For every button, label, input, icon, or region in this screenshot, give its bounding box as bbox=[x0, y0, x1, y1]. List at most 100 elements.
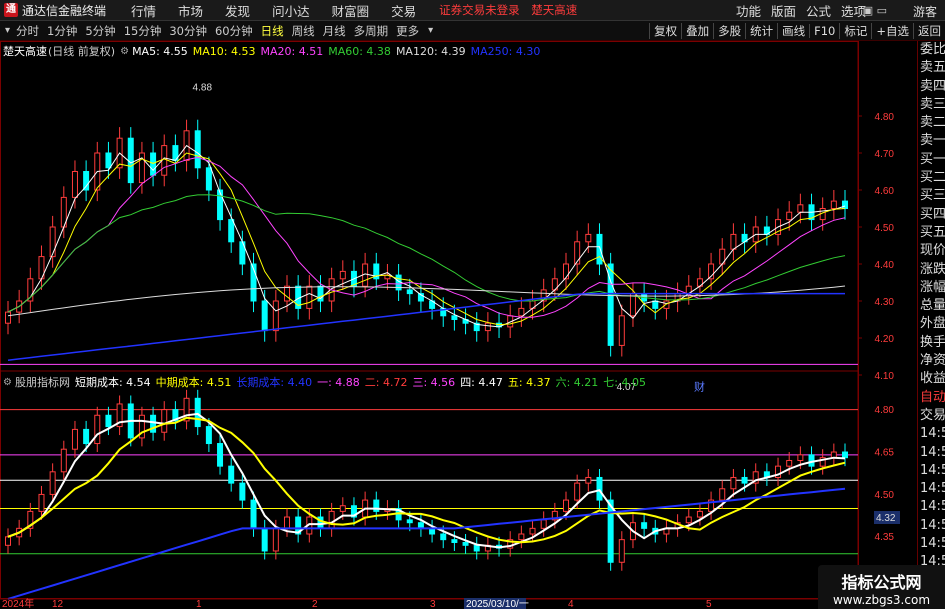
quote-panel-item[interactable]: 14:56 bbox=[918, 462, 945, 480]
price-axis-label: 4.50 bbox=[875, 223, 895, 234]
sub-candle-body bbox=[797, 454, 804, 462]
period-5min[interactable]: 5分钟 bbox=[81, 23, 119, 39]
quote-panel-item[interactable]: 卖一 bbox=[918, 132, 945, 150]
candle-body bbox=[652, 300, 659, 309]
sub-candle-body bbox=[730, 476, 737, 490]
date-label: 5 bbox=[706, 599, 712, 609]
sub-candle-body bbox=[228, 465, 235, 484]
cost-long: 长期成本: 4.40 bbox=[236, 376, 313, 389]
quote-panel-item[interactable]: 卖五 bbox=[918, 59, 945, 77]
tool-huaxian[interactable]: 画线 bbox=[777, 23, 809, 39]
sub-candle-body bbox=[585, 476, 592, 484]
period-1min[interactable]: 1分钟 bbox=[43, 23, 81, 39]
menu-caifuquan[interactable]: 财富圈 bbox=[332, 1, 370, 20]
menu-shichang[interactable]: 市场 bbox=[178, 1, 203, 20]
quote-panel-item[interactable]: 净资 bbox=[918, 352, 945, 370]
level-5: 五: 4.37 bbox=[507, 376, 551, 389]
ma120-label: MA120: 4.39 bbox=[395, 44, 466, 58]
more-chevron-icon[interactable]: ▾ bbox=[428, 25, 433, 36]
quote-panel-item[interactable]: 卖三 bbox=[918, 96, 945, 114]
quote-panel-item[interactable]: 买四 bbox=[918, 206, 945, 224]
guest-label[interactable]: 游客 bbox=[913, 3, 937, 20]
menu-gongshi[interactable]: 公式 bbox=[806, 1, 831, 20]
level-3: 三: 4.56 bbox=[412, 376, 456, 389]
sub-candle-body bbox=[540, 519, 547, 529]
quote-panel-item[interactable]: 涨幅 bbox=[918, 279, 945, 297]
tool-tongji[interactable]: 统计 bbox=[745, 23, 777, 39]
period-60min[interactable]: 60分钟 bbox=[211, 23, 257, 39]
quote-panel-item[interactable]: 14:56 bbox=[918, 517, 945, 535]
title-bar: 通 通达信金融终端 行情 市场 发现 问小达 财富圈 交易 证券交易未登录 楚天… bbox=[0, 0, 945, 21]
candle-body bbox=[49, 226, 56, 258]
period-monthly[interactable]: 月线 bbox=[319, 23, 350, 39]
candle-body bbox=[786, 211, 793, 221]
quote-panel-item[interactable]: 交易 bbox=[918, 407, 945, 425]
quote-panel-item[interactable]: 买五 bbox=[918, 224, 945, 242]
period-more[interactable]: 更多 bbox=[392, 23, 423, 39]
quote-panel-item[interactable]: 买二 bbox=[918, 169, 945, 187]
menu-faxian[interactable]: 发现 bbox=[225, 1, 250, 20]
quote-panel-item[interactable]: 换手 bbox=[918, 334, 945, 352]
tool-fuquan[interactable]: 复权 bbox=[649, 23, 681, 39]
gear-icon[interactable]: ⚙ bbox=[120, 46, 129, 57]
quote-panel-item[interactable]: 总量 bbox=[918, 297, 945, 315]
sub-candle-body bbox=[60, 448, 67, 473]
app-title: 通达信金融终端 bbox=[22, 3, 107, 18]
sub-candle-body bbox=[94, 414, 101, 445]
period-weekly[interactable]: 周线 bbox=[288, 23, 319, 39]
quote-panel-item[interactable]: 14:56 bbox=[918, 444, 945, 462]
period-fenshi[interactable]: 分时 bbox=[12, 23, 43, 39]
quote-panel-item[interactable]: 14:56 bbox=[918, 498, 945, 516]
candle-body bbox=[71, 171, 78, 198]
menu-gongneng[interactable]: 功能 bbox=[736, 1, 761, 20]
tool-biaoji[interactable]: 标记 bbox=[839, 23, 871, 39]
tool-diejia[interactable]: 叠加 bbox=[681, 23, 713, 39]
sub-candle-body bbox=[473, 544, 480, 552]
period-15min[interactable]: 15分钟 bbox=[120, 23, 166, 39]
sub-candle-body bbox=[618, 539, 625, 563]
sub-candle-body bbox=[786, 460, 793, 467]
menu-banmian[interactable]: 版面 bbox=[771, 1, 796, 20]
menu-jiaoyi[interactable]: 交易 bbox=[391, 1, 416, 20]
sub-candle-body bbox=[529, 527, 536, 535]
quote-panel-item[interactable]: 收益 bbox=[918, 370, 945, 388]
menu-hangqing[interactable]: 行情 bbox=[131, 1, 156, 20]
tool-add-watchlist[interactable]: +自选 bbox=[871, 23, 913, 39]
candle-body bbox=[484, 322, 491, 332]
level-7: 七: 4.05 bbox=[603, 376, 646, 389]
quote-panel-item[interactable]: 买一 bbox=[918, 151, 945, 169]
window-controls[interactable]: ▣ ▭ bbox=[863, 4, 887, 17]
quote-panel-item[interactable]: 买三 bbox=[918, 187, 945, 205]
quote-panel-item[interactable]: 涨跌 bbox=[918, 261, 945, 279]
quote-panel-item[interactable]: 自动 bbox=[918, 389, 945, 407]
tool-duogu[interactable]: 多股 bbox=[713, 23, 745, 39]
date-label: 2024年 bbox=[2, 597, 34, 609]
period-30min[interactable]: 30分钟 bbox=[165, 23, 211, 39]
quote-panel-item[interactable]: 14:56 bbox=[918, 480, 945, 498]
quote-panel-item[interactable]: 外盘 bbox=[918, 315, 945, 333]
period-multi[interactable]: 多周期 bbox=[350, 23, 393, 39]
quote-panel-item[interactable]: 14:56 bbox=[918, 535, 945, 553]
finance-marker: 财 bbox=[694, 379, 705, 393]
quote-panel-item[interactable]: 委比 bbox=[918, 41, 945, 59]
kline-chart[interactable]: 4.80 4.70 4.60 4.50 4.40 4.30 4.20 4.10 4.80 4.65… bbox=[0, 41, 917, 609]
period-daily[interactable]: 日线 bbox=[257, 23, 288, 39]
tool-back[interactable]: 返回 bbox=[913, 23, 945, 39]
login-notice[interactable]: 证券交易未登录 bbox=[439, 3, 520, 17]
chevron-down-icon[interactable]: ▾ bbox=[5, 25, 10, 36]
menu-wenxiaoda[interactable]: 问小达 bbox=[272, 1, 310, 20]
sub-candle-body bbox=[596, 476, 603, 501]
chart-mode: (日线 前复权) bbox=[48, 45, 116, 58]
main-legend: 楚天高速 (日线 前复权) ⚙ MA5: 4.55 MA10: 4.53 MA2… bbox=[3, 43, 545, 59]
tool-f10[interactable]: F10 bbox=[809, 24, 839, 38]
quote-panel-item[interactable]: 现价 bbox=[918, 242, 945, 260]
quote-panel-item[interactable]: 卖四 bbox=[918, 78, 945, 96]
high-label: 4.88 bbox=[193, 82, 213, 93]
quote-panel-item[interactable]: 卖二 bbox=[918, 114, 945, 132]
gear-icon[interactable]: ⚙ bbox=[3, 377, 12, 388]
sub-candle-body bbox=[406, 519, 413, 524]
candle-body bbox=[105, 152, 112, 169]
ma20-label: MA20: 4.51 bbox=[260, 44, 324, 58]
sub-candle-body bbox=[38, 493, 45, 512]
quote-panel-item[interactable]: 14:56 bbox=[918, 425, 945, 443]
